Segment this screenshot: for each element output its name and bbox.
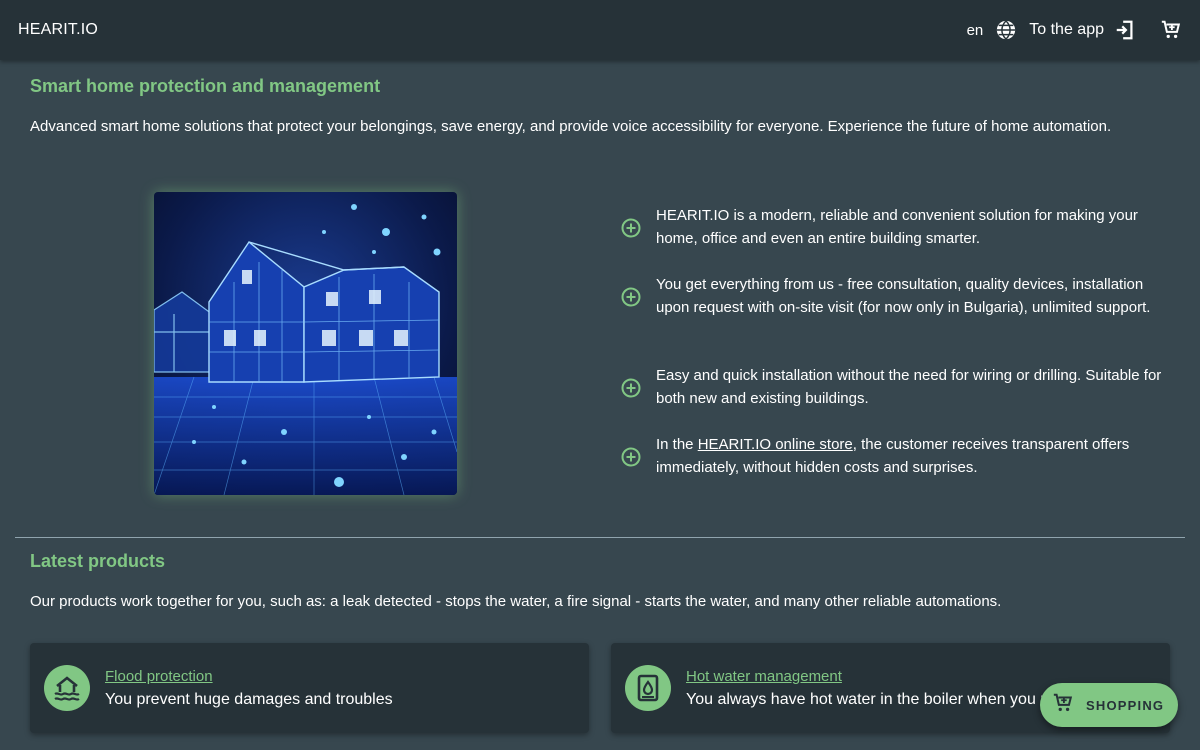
feature-text-prefix: In the	[656, 436, 698, 453]
top-actions: en To the app	[967, 19, 1182, 41]
feature-item: HEARIT.IO is a modern, reliable and conv…	[620, 205, 1180, 250]
products-description: Our products work together for you, such…	[30, 593, 1002, 610]
feature-item: You get everything from us - free consul…	[620, 274, 1180, 319]
products-title: Latest products	[30, 551, 166, 571]
globe-icon[interactable]	[995, 19, 1017, 41]
shopping-button[interactable]: SHOPPING	[1040, 683, 1178, 727]
brand-logo[interactable]: HEARIT.IO	[18, 21, 98, 39]
plus-circle-icon	[620, 217, 642, 239]
plus-circle-icon	[620, 286, 642, 308]
top-app-bar: HEARIT.IO en To the app	[0, 0, 1200, 60]
product-description: You always have hot water in the boiler …	[686, 691, 1089, 708]
water-boiler-icon	[625, 665, 671, 711]
to-the-app-link[interactable]: To the app	[1029, 21, 1104, 39]
plus-circle-icon	[620, 377, 642, 399]
online-store-link[interactable]: HEARIT.IO online store	[698, 436, 853, 453]
product-title-link[interactable]: Hot water management	[686, 668, 842, 685]
smart-house-image	[154, 192, 457, 495]
add-to-cart-icon	[1052, 692, 1074, 719]
section-divider	[15, 537, 1185, 538]
feature-text: In the HEARIT.IO online store, the custo…	[656, 434, 1176, 479]
login-icon[interactable]	[1114, 19, 1136, 41]
feature-item: Easy and quick installation without the …	[620, 365, 1180, 410]
feature-text: Easy and quick installation without the …	[656, 367, 1162, 407]
intro-title: Smart home protection and management	[30, 76, 381, 96]
intro-description: Advanced smart home solutions that prote…	[30, 118, 1112, 135]
feature-item: In the HEARIT.IO online store, the custo…	[620, 434, 1180, 479]
product-title-link[interactable]: Flood protection	[105, 668, 213, 685]
cart-icon[interactable]	[1160, 19, 1182, 41]
flood-house-icon	[44, 665, 90, 711]
product-description: You prevent huge damages and troubles	[105, 691, 393, 708]
shopping-label: SHOPPING	[1086, 697, 1165, 713]
language-code[interactable]: en	[967, 22, 984, 39]
feature-text: HEARIT.IO is a modern, reliable and conv…	[656, 207, 1138, 247]
product-card-flood[interactable]: Flood protection You prevent huge damage…	[30, 643, 589, 733]
feature-text: You get everything from us - free consul…	[656, 276, 1151, 316]
plus-circle-icon	[620, 446, 642, 468]
